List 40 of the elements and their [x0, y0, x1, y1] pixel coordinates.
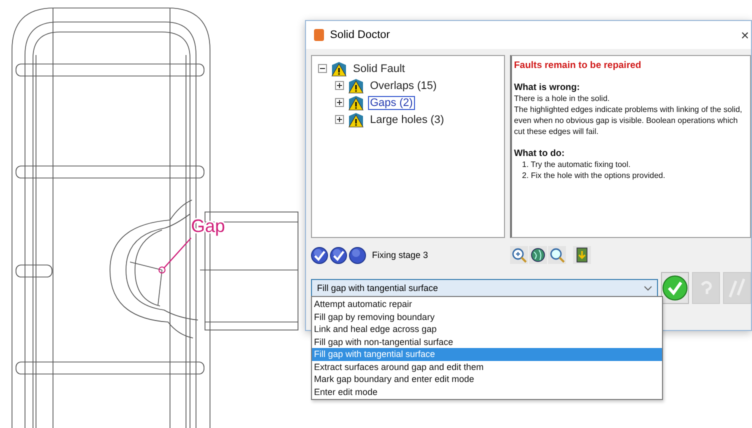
- window-title: Solid Doctor: [330, 29, 390, 41]
- dropdown-option[interactable]: Link and heal edge across gap: [312, 323, 662, 336]
- warning-icon: [347, 112, 365, 128]
- search-icon[interactable]: [548, 246, 566, 264]
- section-heading: What to do:: [514, 148, 566, 159]
- warning-icon: [347, 94, 365, 110]
- tree-item[interactable]: Large holes (3): [368, 112, 446, 126]
- chevron-icon: [644, 286, 652, 290]
- collapse-icon[interactable]: [318, 64, 327, 73]
- checkmark-icon: [662, 275, 688, 301]
- warning-icon: [330, 60, 348, 76]
- step-text: 2. Fix the hole with the options provided.: [521, 170, 666, 181]
- close-button[interactable]: ×: [738, 27, 751, 43]
- status-message: Faults remain to be repaired: [514, 60, 642, 71]
- warning-icon: [347, 78, 365, 94]
- dropdown-option[interactable]: Extract surfaces around gap and edit them: [312, 360, 662, 373]
- dropdown-option[interactable]: Enter edit mode: [312, 386, 662, 398]
- apply-button[interactable]: [661, 272, 689, 304]
- leader-line: [164, 238, 192, 268]
- expand-icon[interactable]: [335, 98, 344, 107]
- section-heading: What is wrong:: [514, 82, 581, 93]
- app-logo-icon: [314, 29, 324, 41]
- expand-icon[interactable]: [335, 115, 344, 124]
- stage-label: Fixing stage 3: [372, 250, 428, 260]
- fix-method-dropdown[interactable]: Fill gap with tangential surface: [311, 278, 658, 298]
- tree-item[interactable]: Overlaps (15): [368, 78, 439, 92]
- dropdown-option[interactable]: Fill gap by removing boundary: [312, 310, 662, 323]
- description-text: There is a hole in the solid.: [514, 93, 611, 104]
- dropdown-option[interactable]: Attempt automatic repair: [312, 298, 662, 310]
- globe-icon[interactable]: [529, 246, 547, 264]
- tree-item[interactable]: Solid Fault: [351, 62, 407, 76]
- step-text: 1. Try the automatic fixing tool.: [521, 159, 632, 170]
- tree-item[interactable]: Gaps (2): [368, 96, 415, 110]
- export-icon[interactable]: [573, 246, 591, 264]
- expand-icon[interactable]: [335, 81, 344, 90]
- dropdown-option[interactable]: Fill gap with non-tangential surface: [312, 336, 662, 348]
- dropdown-option[interactable]: Mark gap boundary and enter edit mode: [312, 373, 662, 386]
- description-text: The highlighted edges indicate problems with linking of the solid, even when no obvious gap is visible. Boolean operations which cut these edges will fail.: [514, 104, 744, 137]
- zoom-in-icon[interactable]: [510, 246, 528, 264]
- gap-marker: [158, 266, 166, 274]
